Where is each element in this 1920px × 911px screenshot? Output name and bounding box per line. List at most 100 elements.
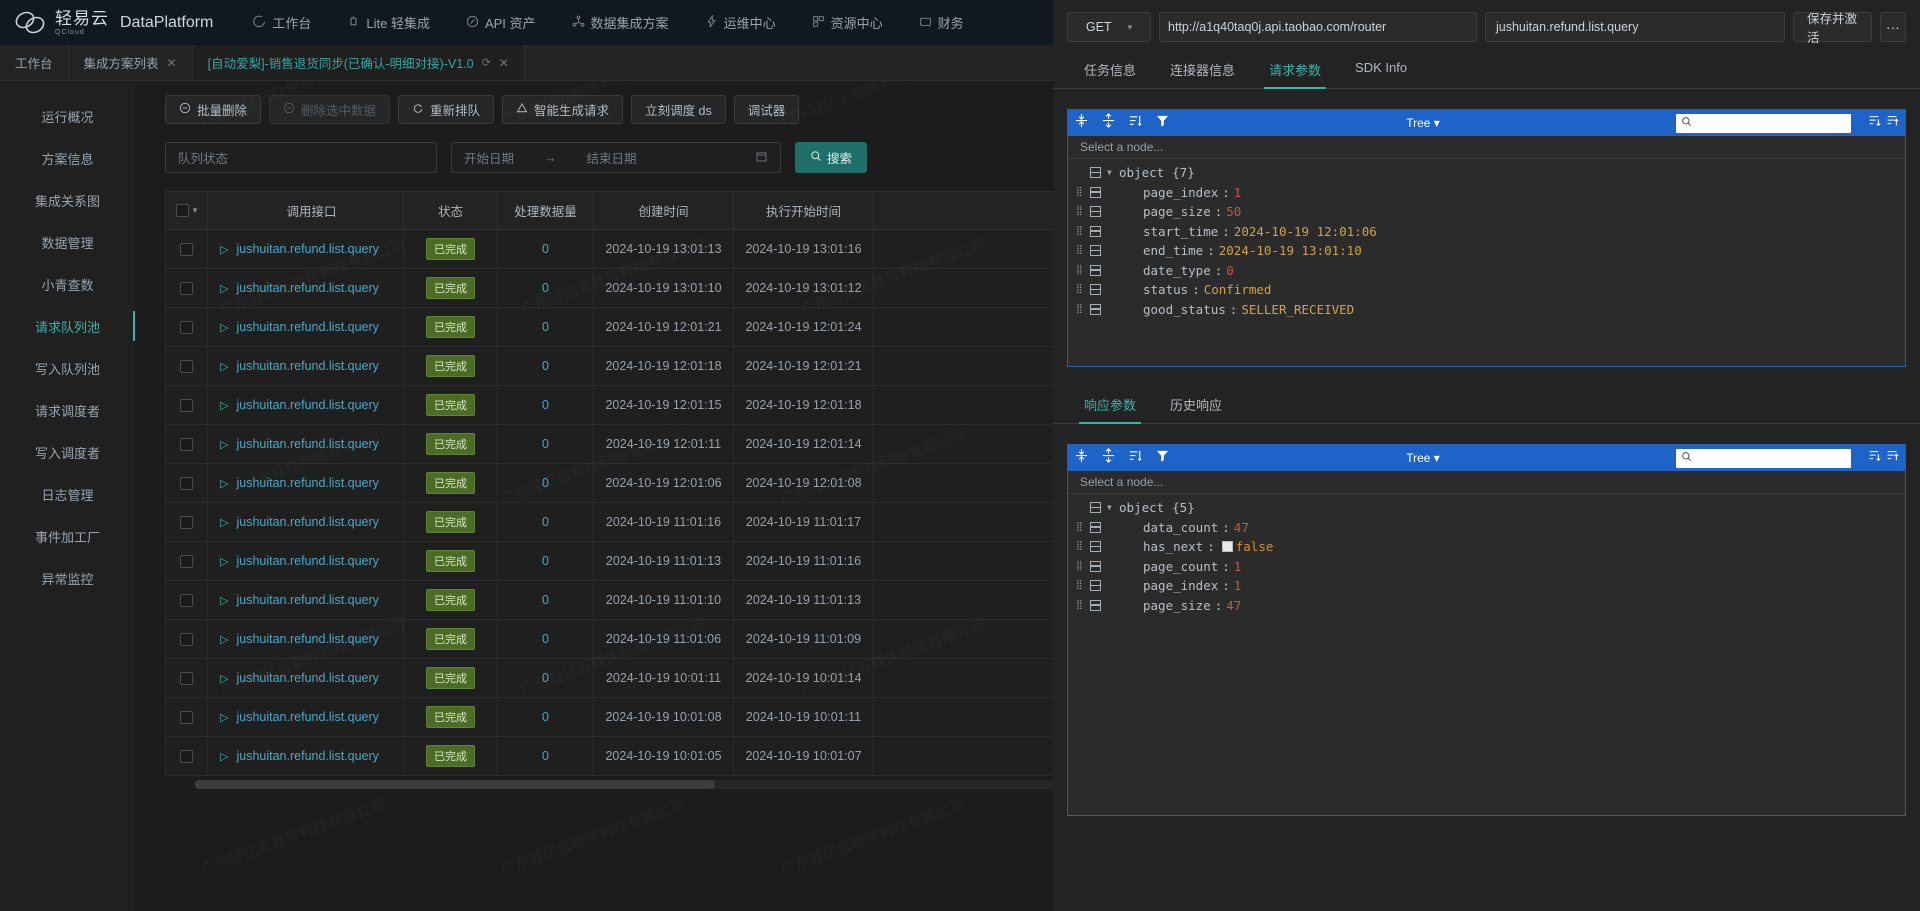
row-select-cell[interactable]: [165, 346, 208, 386]
select-all-header[interactable]: ▾: [165, 191, 208, 230]
request-editor-search-input[interactable]: [1676, 113, 1851, 133]
row-count-value[interactable]: 0: [542, 632, 549, 646]
request-url-input[interactable]: http://a1q40taq0j.api.taobao.com/router: [1159, 12, 1477, 42]
sidebar-item-request-scheduler[interactable]: 请求调度者: [0, 389, 135, 431]
run-icon[interactable]: ▷: [220, 282, 228, 295]
tab-response-params[interactable]: 响应参数: [1067, 387, 1153, 424]
row-api-name[interactable]: jushuitan.refund.list.query: [236, 515, 378, 529]
row-count-value[interactable]: 0: [542, 437, 549, 451]
run-icon[interactable]: ▷: [220, 711, 228, 724]
node-menu-icon[interactable]: [1090, 206, 1101, 218]
json-node-value[interactable]: false: [1236, 539, 1274, 554]
table-row[interactable]: ▷ jushuitan.refund.list.query 已完成 0 2024-10-…: [165, 346, 1053, 386]
search-next-icon[interactable]: [1885, 449, 1899, 468]
close-icon[interactable]: ✕: [167, 56, 177, 70]
json-node-value[interactable]: 0: [1226, 263, 1234, 278]
json-node-row[interactable]: ⣿ page_index:1: [1068, 576, 1905, 596]
row-select-cell[interactable]: [165, 463, 208, 503]
row-checkbox[interactable]: [180, 750, 193, 764]
json-node-row[interactable]: ⣿ data_count:47: [1068, 518, 1905, 538]
filter-icon[interactable]: [1155, 448, 1170, 468]
run-icon[interactable]: ▷: [220, 438, 228, 451]
row-select-cell[interactable]: [165, 697, 208, 737]
sort-icon[interactable]: [1128, 448, 1143, 468]
row-select-cell[interactable]: [165, 619, 208, 659]
table-row[interactable]: ▷ jushuitan.refund.list.query 已完成 0 2024-10-…: [165, 502, 1053, 542]
batch-delete-button[interactable]: 批量删除: [165, 95, 262, 124]
json-node-row[interactable]: ⣿ page_count:1: [1068, 557, 1905, 577]
nav-item-lite[interactable]: Lite 轻集成: [329, 0, 448, 45]
json-node-key[interactable]: date_type: [1143, 263, 1211, 278]
sidebar-item-log-management[interactable]: 日志管理: [0, 473, 135, 515]
search-prev-icon[interactable]: [1867, 449, 1881, 468]
json-node-row[interactable]: ⣿ page_index:1: [1068, 183, 1905, 203]
drag-handle[interactable]: ⣿: [1076, 265, 1090, 274]
collapse-all-icon[interactable]: [1101, 448, 1116, 468]
node-menu-icon[interactable]: [1090, 245, 1101, 257]
sidebar-item-exception-monitor[interactable]: 异常监控: [0, 557, 135, 599]
node-menu-icon[interactable]: [1090, 502, 1101, 514]
smart-generate-request-button[interactable]: 智能生成请求: [502, 95, 624, 124]
tab-task-info[interactable]: 任务信息: [1067, 52, 1153, 88]
json-node-row[interactable]: ⣿ date_type:0: [1068, 261, 1905, 281]
node-menu-icon[interactable]: [1090, 521, 1101, 533]
drag-handle[interactable]: ⣿: [1076, 581, 1090, 590]
node-menu-icon[interactable]: [1090, 599, 1101, 611]
page-tab-active-solution[interactable]: [自动爱梨]-销售退货同步(已确认-明细对接)-V1.0 ⟳ ✕: [192, 45, 525, 80]
row-select-cell[interactable]: [165, 658, 208, 698]
json-node-row[interactable]: ⣿ end_time:2024-10-19 13:01:10: [1068, 241, 1905, 261]
json-node-row[interactable]: ⣿ good_status: SELLER_RECEIVED: [1068, 300, 1905, 320]
row-checkbox[interactable]: [180, 516, 193, 530]
row-count-value[interactable]: 0: [542, 359, 549, 373]
row-api-name[interactable]: jushuitan.refund.list.query: [236, 554, 378, 568]
tab-request-params[interactable]: 请求参数: [1252, 52, 1338, 89]
search-button[interactable]: 搜索: [795, 142, 867, 173]
row-checkbox[interactable]: [180, 711, 193, 725]
sidebar-item-event-factory[interactable]: 事件加工厂: [0, 515, 135, 557]
drag-handle[interactable]: ⣿: [1076, 542, 1090, 551]
json-node-value[interactable]: 1: [1234, 185, 1242, 200]
search-next-icon[interactable]: [1885, 114, 1899, 133]
nav-item-workbench[interactable]: 工作台: [235, 0, 329, 45]
chevron-down-icon[interactable]: ▼: [1107, 503, 1119, 512]
node-menu-icon[interactable]: [1090, 541, 1101, 553]
row-select-cell[interactable]: [165, 385, 208, 425]
queue-status-select[interactable]: 队列状态: [165, 142, 437, 173]
row-select-cell[interactable]: [165, 736, 208, 776]
response-editor-mode-select[interactable]: Tree ▾: [1180, 451, 1666, 465]
row-select-cell[interactable]: [165, 541, 208, 581]
row-count-value[interactable]: 0: [542, 476, 549, 490]
json-node-key[interactable]: data_count: [1143, 520, 1218, 535]
drag-handle[interactable]: ⣿: [1076, 246, 1090, 255]
collapse-all-icon[interactable]: [1101, 113, 1116, 133]
table-row[interactable]: ▷ jushuitan.refund.list.query 已完成 0 2024-10-…: [165, 307, 1053, 347]
http-method-select[interactable]: GET ▾: [1067, 12, 1151, 42]
node-menu-icon[interactable]: [1090, 560, 1101, 572]
row-checkbox[interactable]: [180, 399, 193, 413]
page-tab-workbench[interactable]: 工作台: [0, 45, 69, 80]
row-checkbox[interactable]: [180, 594, 193, 608]
run-icon[interactable]: ▷: [220, 594, 228, 607]
sidebar-item-request-queue-pool[interactable]: 请求队列池: [0, 305, 135, 347]
date-range-picker[interactable]: 开始日期 → 结束日期: [451, 142, 781, 173]
delete-selected-button[interactable]: 删除选中数据: [269, 95, 391, 124]
row-api-name[interactable]: jushuitan.refund.list.query: [236, 281, 378, 295]
table-row[interactable]: ▷ jushuitan.refund.list.query 已完成 0 2024-10-…: [165, 580, 1053, 620]
row-checkbox[interactable]: [180, 360, 193, 374]
json-node-value[interactable]: 1: [1234, 578, 1242, 593]
row-select-cell[interactable]: [165, 307, 208, 347]
run-icon[interactable]: ▷: [220, 555, 228, 568]
scrollbar-thumb[interactable]: [195, 780, 715, 789]
row-count-value[interactable]: 0: [542, 242, 549, 256]
nav-item-resource-center[interactable]: 资源中心: [794, 0, 901, 45]
brand-logo[interactable]: 轻易云 QCloud DataPlatform: [14, 8, 213, 38]
chevron-down-icon[interactable]: ▼: [1107, 168, 1119, 177]
nav-item-ops-center[interactable]: 运维中心: [687, 0, 794, 45]
sidebar-item-relation-graph[interactable]: 集成关系图: [0, 179, 135, 221]
nav-item-api-assets[interactable]: API 资产: [448, 0, 554, 45]
drag-handle[interactable]: ⣿: [1076, 304, 1090, 313]
run-icon[interactable]: ▷: [220, 516, 228, 529]
horizontal-scrollbar[interactable]: [195, 780, 1053, 789]
json-node-key[interactable]: page_index: [1143, 578, 1218, 593]
row-checkbox[interactable]: [180, 672, 193, 686]
